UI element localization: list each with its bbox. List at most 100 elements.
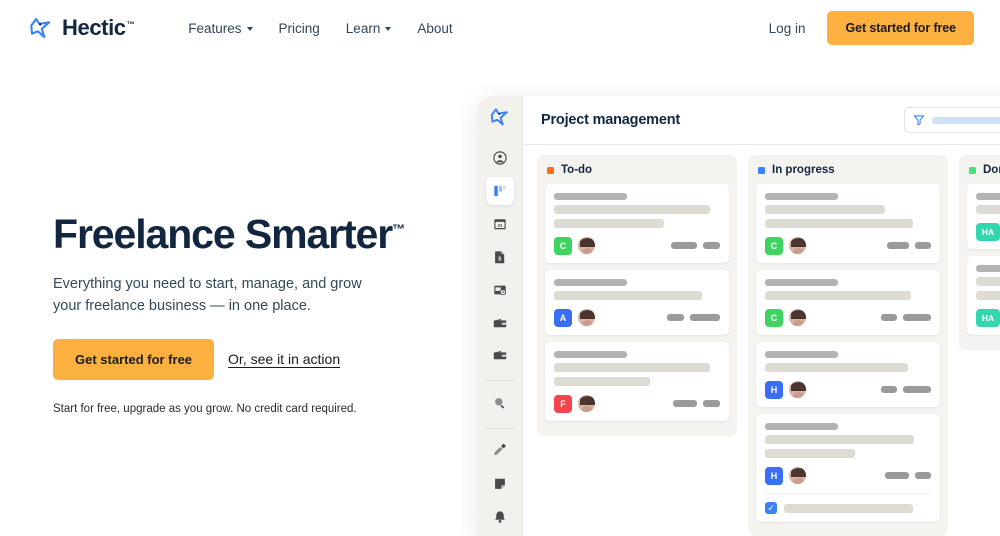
header-actions: Log in Get started for free xyxy=(769,11,974,45)
project-badge: A xyxy=(554,308,572,327)
card-meta-chips xyxy=(887,242,931,249)
task-card[interactable]: HA xyxy=(967,256,1000,335)
card-title-placeholder xyxy=(554,279,628,286)
sidebar-item-account-circle[interactable] xyxy=(486,144,514,172)
nav-item-about[interactable]: About xyxy=(417,21,452,36)
card-line-placeholder xyxy=(765,363,908,372)
avatar xyxy=(577,394,596,413)
wallet-alt-icon xyxy=(493,351,507,360)
header-get-started-button[interactable]: Get started for free xyxy=(827,11,974,45)
status-dot-done xyxy=(969,166,976,174)
nav-item-learn[interactable]: Learn xyxy=(346,21,392,36)
sidebar-item-search[interactable] xyxy=(486,389,514,417)
task-card[interactable]: H ✓ xyxy=(756,414,940,522)
hero-get-started-button[interactable]: Get started for free xyxy=(53,338,215,380)
card-line-placeholder xyxy=(554,205,711,214)
app-filter-search[interactable] xyxy=(904,107,1000,133)
card-meta-chips xyxy=(671,242,720,249)
project-badge: C xyxy=(765,236,783,255)
account-circle-icon xyxy=(493,151,507,165)
status-dot-todo xyxy=(547,166,554,174)
column-label: To-do xyxy=(561,164,593,176)
task-card[interactable]: A xyxy=(545,270,729,335)
card-title-placeholder xyxy=(765,279,839,286)
sidebar-item-wallet[interactable] xyxy=(486,309,514,337)
nav-label: Features xyxy=(188,20,242,36)
brand-logo[interactable]: Hectic™ xyxy=(28,15,135,41)
task-card[interactable]: C xyxy=(756,184,940,263)
sidebar-item-invoice[interactable]: $ xyxy=(486,243,514,271)
card-footer: C xyxy=(554,236,720,255)
meta-chip xyxy=(881,314,897,321)
task-card[interactable]: HA xyxy=(967,184,1000,249)
meta-chip xyxy=(667,314,684,321)
card-footer: C xyxy=(765,308,931,327)
meta-chip xyxy=(887,242,909,249)
sidebar-item-kanban-board[interactable] xyxy=(486,176,514,205)
meta-chip xyxy=(703,400,720,407)
sidebar-item-wallet-alt[interactable] xyxy=(486,341,514,369)
login-link[interactable]: Log in xyxy=(769,21,806,36)
calendar-31-icon: 31 xyxy=(494,218,506,229)
svg-text:31: 31 xyxy=(498,223,503,228)
project-badge: H xyxy=(765,466,783,485)
meta-chip xyxy=(881,386,897,393)
nav-item-features[interactable]: Features xyxy=(188,20,253,36)
card-line-placeholder xyxy=(765,435,915,444)
nav-label: Learn xyxy=(345,20,381,36)
kanban-board: To-do C A F In progress C C H H ✓ Do HA … xyxy=(523,145,1000,536)
card-footer: F xyxy=(554,394,720,413)
card-footer: C xyxy=(765,236,931,255)
task-card[interactable]: F xyxy=(545,342,729,421)
task-card[interactable]: H xyxy=(756,342,940,407)
meta-chip xyxy=(915,242,931,249)
avatar xyxy=(577,236,596,255)
project-badge: C xyxy=(554,236,572,255)
subtask-line-placeholder xyxy=(784,503,914,513)
card-meta-chips xyxy=(667,314,720,321)
chevron-down-icon xyxy=(385,27,392,31)
column-header: In progress xyxy=(756,164,940,176)
hero-subtitle: Everything you need to start, manage, an… xyxy=(53,276,362,314)
avatar xyxy=(577,308,596,327)
meta-chip xyxy=(671,242,697,249)
card-title-placeholder xyxy=(976,265,1000,272)
filter-funnel-icon xyxy=(913,115,925,126)
sidebar-item-calendar[interactable]: 31 xyxy=(486,210,514,238)
sidebar-divider xyxy=(486,380,514,382)
chevron-down-icon xyxy=(246,27,253,31)
card-line-placeholder xyxy=(554,377,651,386)
card-footer: HA xyxy=(976,308,1000,327)
see-it-in-action-link[interactable]: Or, see it in action xyxy=(228,351,340,367)
wallet-icon xyxy=(493,318,507,327)
app-page-title: Project management xyxy=(541,112,681,128)
sidebar-item-pen-edit[interactable] xyxy=(486,437,514,465)
nav-label: About xyxy=(417,20,453,36)
hectic-bird-logo-icon xyxy=(490,108,508,126)
subtask-checkbox[interactable]: ✓ xyxy=(765,502,777,514)
sidebar-item-notifications[interactable] xyxy=(486,503,514,531)
card-meta-chips xyxy=(673,400,720,407)
task-card[interactable]: C xyxy=(756,270,940,335)
check-icon: ✓ xyxy=(767,502,775,513)
card-meta-chips xyxy=(885,472,931,479)
card-line-placeholder xyxy=(554,363,711,372)
card-title-placeholder xyxy=(554,193,628,200)
sidebar-item-time-tracking[interactable] xyxy=(486,276,514,304)
project-badge: HA xyxy=(976,222,1000,241)
card-line-placeholder xyxy=(765,205,885,214)
card-title-placeholder xyxy=(976,193,1000,200)
app-preview-panel: 31 $ Project management To-do C A F In p… xyxy=(478,96,1000,536)
task-card[interactable]: C xyxy=(545,184,729,263)
meta-chip xyxy=(703,242,720,249)
subtask-row[interactable]: ✓ xyxy=(765,493,931,514)
hero-section: Freelance Smarter™ Everything you need t… xyxy=(53,212,453,415)
meta-chip xyxy=(915,472,931,479)
card-title-placeholder xyxy=(554,351,628,358)
nav-item-pricing[interactable]: Pricing xyxy=(279,21,320,36)
app-topbar: Project management xyxy=(523,96,1000,145)
hectic-bird-logo-icon xyxy=(30,18,51,38)
invoice-document-icon: $ xyxy=(495,251,505,263)
card-meta-chips xyxy=(881,386,931,393)
sidebar-item-notes[interactable] xyxy=(486,470,514,498)
